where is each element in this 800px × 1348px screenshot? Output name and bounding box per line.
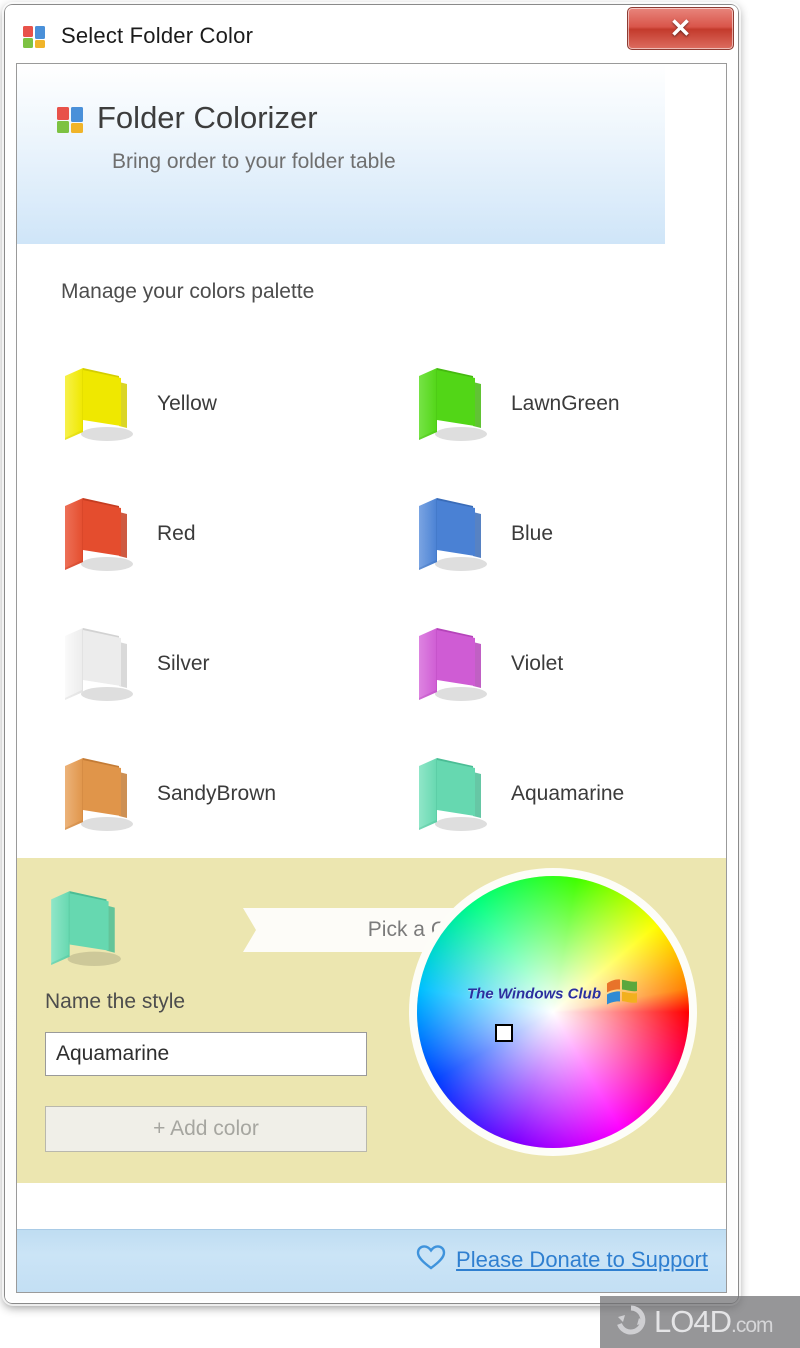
brand-title: Folder Colorizer (97, 100, 318, 135)
name-the-style-label: Name the style (45, 990, 186, 1013)
title-bar: Select Folder Color ✕ (5, 5, 738, 67)
lo4d-tld: .com (730, 1314, 774, 1337)
close-button[interactable]: ✕ (627, 7, 734, 50)
palette-item-label: Silver (157, 652, 210, 675)
palette-item-label: SandyBrown (157, 782, 277, 805)
palette-item-blue[interactable]: Blue (399, 474, 726, 604)
palette-item-lawngreen[interactable]: LawnGreen (399, 344, 726, 474)
application-window: Select Folder Color ✕ Folder Colorizer B… (2, 2, 741, 1306)
color-editor-panel: Pick a Color Name the style + Add color … (17, 858, 726, 1183)
palette-item-silver[interactable]: Silver (45, 604, 375, 734)
add-color-button[interactable]: + Add color (45, 1106, 367, 1152)
palette-heading: Manage your colors palette (61, 280, 315, 303)
folder-icon-silver (59, 618, 137, 704)
folder-icon-blue (413, 488, 491, 574)
palette-item-label: Violet (511, 652, 564, 675)
client-area: Folder Colorizer Bring order to your fol… (16, 63, 727, 1293)
folder-colorizer-logo-icon (55, 104, 87, 136)
window-title: Select Folder Color (61, 23, 254, 48)
color-wheel-disc[interactable] (417, 876, 689, 1148)
colored-folder-icon (21, 23, 49, 51)
folder-icon-red (59, 488, 137, 574)
brand-subtitle: Bring order to your folder table (112, 150, 396, 173)
footer-bar: Please Donate to Support (17, 1229, 726, 1292)
palette-item-label: Blue (511, 522, 554, 545)
lo4d-watermark: LO4D.com (600, 1296, 800, 1348)
palette-item-aquamarine[interactable]: Aquamarine (399, 734, 726, 864)
palette-item-red[interactable]: Red (45, 474, 375, 604)
lo4d-name: LO4D (654, 1304, 732, 1339)
heart-icon (416, 1244, 446, 1276)
folder-icon-aquamarine (413, 748, 491, 834)
style-name-input[interactable] (45, 1032, 367, 1076)
palette-item-label: Aquamarine (511, 782, 625, 805)
lo4d-refresh-icon (614, 1304, 648, 1341)
palette-item-label: Yellow (157, 392, 217, 415)
close-icon: ✕ (669, 13, 692, 43)
palette-item-sandybrown[interactable]: SandyBrown (45, 734, 375, 864)
donate-link[interactable]: Please Donate to Support (416, 1244, 708, 1276)
preview-folder-icon (45, 880, 125, 970)
palette-item-label: Red (157, 522, 196, 545)
folder-icon-violet (413, 618, 491, 704)
lo4d-text: LO4D.com (654, 1304, 773, 1340)
palette-item-yellow[interactable]: Yellow (45, 344, 375, 474)
donate-label: Please Donate to Support (456, 1247, 708, 1272)
palette-item-label: LawnGreen (511, 392, 620, 415)
color-wheel[interactable]: The Windows Club (407, 866, 699, 1158)
folder-icon-lawngreen (413, 358, 491, 444)
brand-header: Folder Colorizer Bring order to your fol… (17, 64, 665, 244)
folder-icon-yellow (59, 358, 137, 444)
color-picker-cursor[interactable] (495, 1024, 513, 1042)
palette-item-violet[interactable]: Violet (399, 604, 726, 734)
folder-icon-sandybrown (59, 748, 137, 834)
